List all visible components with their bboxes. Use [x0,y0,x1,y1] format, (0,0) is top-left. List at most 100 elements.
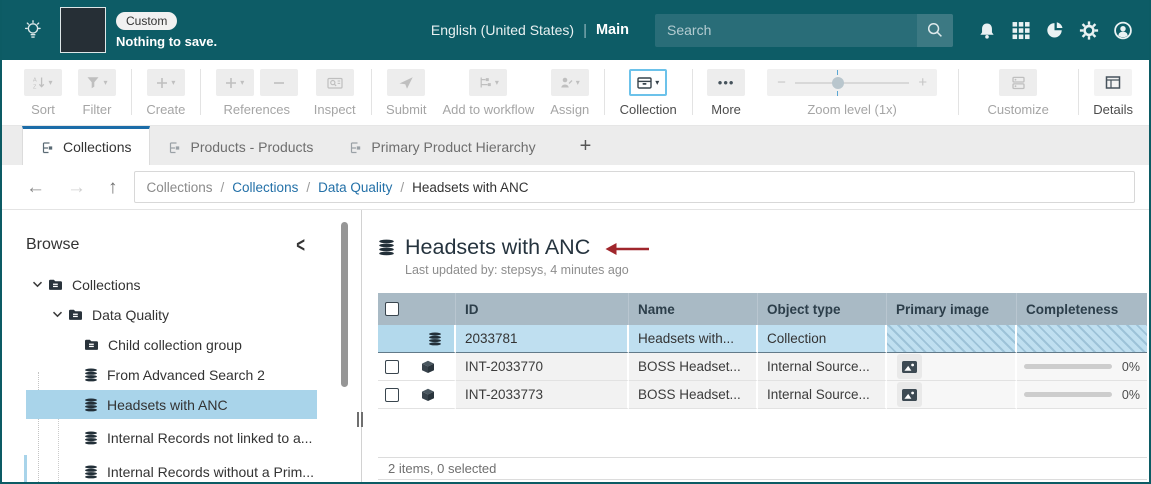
remove-reference-button[interactable] [260,69,298,96]
row-checkbox[interactable] [385,360,399,374]
assign-person-icon [560,76,573,89]
locale-selector[interactable]: English (United States) [431,22,574,38]
more-button[interactable]: ••• More [707,69,745,117]
cell-name: Headsets with... [629,325,758,353]
cell-name: BOSS Headset... [629,353,758,381]
completeness-bar [1024,364,1112,369]
assign-button[interactable]: ▾ Assign [550,69,589,117]
page-title: Headsets with ANC [405,234,590,260]
apps-grid-icon[interactable] [1011,21,1031,40]
submit-button[interactable]: Submit [386,69,426,117]
zoom-control: − + Zoom level (1x) [767,69,937,117]
image-icon [901,359,918,375]
cell-completeness-na [1017,325,1147,353]
completeness-value: 0% [1122,388,1140,402]
caret-down-icon: ▾ [576,79,580,87]
svg-text:Z: Z [33,85,37,90]
zoom-out-icon[interactable]: − [777,74,786,91]
customize-button[interactable]: Customize [987,69,1048,117]
column-header-completeness[interactable]: Completeness [1017,293,1147,325]
collection-stack-icon [84,368,98,382]
table-row[interactable]: INT-2033770 BOSS Headset... Internal Sou… [378,353,1147,381]
tab-bar: Collections Products - Products Primary … [2,126,1149,165]
column-header-name[interactable]: Name [629,293,758,325]
collection-stack-icon [84,465,98,479]
account-user-icon[interactable] [1113,21,1133,40]
cell-id: INT-2033770 [456,353,629,381]
breadcrumb[interactable]: Collections / Collections / Data Quality… [134,171,1136,203]
tree-item-headsets-with-anc[interactable]: Headsets with ANC [26,390,317,419]
cell-object-type: Internal Source... [758,381,887,409]
product-cube-icon [421,388,435,402]
breadcrumb-link-data-quality[interactable]: Data Quality [318,180,392,195]
column-header-id[interactable]: ID [456,293,629,325]
references-button[interactable]: ▾ References [216,69,298,117]
row-checkbox[interactable] [385,388,399,402]
sidebar-scrollbar[interactable] [341,222,348,387]
notifications-bell-icon[interactable] [977,21,997,40]
reports-pie-icon[interactable] [1045,21,1065,40]
collection-group-folder-icon [68,308,83,321]
add-to-workflow-button[interactable]: ▾ Add to workflow [443,69,535,117]
svg-text:A: A [33,78,37,84]
details-button[interactable]: Details [1093,69,1133,117]
column-header-object-type[interactable]: Object type [758,293,887,325]
add-reference-button[interactable]: ▾ [216,69,254,96]
context-selector[interactable]: Main [596,22,629,38]
cell-object-type: Collection [758,325,887,353]
filter-button[interactable]: ▾ Filter [78,69,116,117]
nav-forward-icon[interactable]: → [67,178,86,197]
sort-button[interactable]: AZ▾ Sort [24,69,62,117]
tree-item-from-advanced-search-2[interactable]: From Advanced Search 2 [26,360,317,389]
collection-stack-icon [84,431,98,445]
search-input[interactable] [655,14,917,47]
tab-collections[interactable]: Collections [22,126,150,165]
collapse-sidebar-icon[interactable]: < [296,234,305,258]
tree-item-child-collection-group[interactable]: Child collection group [26,330,317,359]
lightbulb-icon[interactable] [22,20,44,40]
collection-button[interactable]: ▾ Collection [620,69,677,117]
table-header-row: ID Name Object type Primary image Comple… [378,293,1147,325]
chevron-down-icon[interactable] [32,281,43,288]
hierarchy-icon [41,141,54,154]
nav-up-icon[interactable]: ↑ [108,178,118,197]
tree-item-data-quality[interactable]: Data Quality [26,300,317,329]
hierarchy-icon [168,141,181,154]
create-button[interactable]: ▾ Create [146,69,185,117]
details-panel-icon [1105,75,1121,90]
search-button[interactable] [917,14,953,47]
zoom-slider-thumb[interactable] [832,77,844,89]
zoom-slider[interactable]: − + [767,69,937,96]
tree-item-collections[interactable]: Collections [26,270,317,299]
image-icon [901,387,918,403]
tab-primary-product-hierarchy[interactable]: Primary Product Hierarchy [331,126,553,165]
caret-down-icon: ▾ [103,79,107,87]
cell-name: BOSS Headset... [629,381,758,409]
table-row[interactable]: 2033781 Headsets with... Collection [378,325,1147,353]
primary-image-thumbnail[interactable] [897,354,922,379]
breadcrumb-link-collections[interactable]: Collections [232,180,298,195]
collection-tree: Collections Data Quality Child collectio… [2,270,361,484]
chevron-down-icon[interactable] [52,311,63,318]
collection-stack-icon [378,239,395,256]
tab-products-products[interactable]: Products - Products [150,126,331,165]
paper-plane-icon [398,75,414,90]
caret-down-icon: ▾ [655,79,659,87]
add-tab-button[interactable]: + [580,136,592,156]
pane-splitter-handle[interactable] [355,412,364,427]
select-all-checkbox[interactable] [385,302,399,316]
custom-badge: Custom [116,12,177,30]
workspace-thumbnail[interactable] [60,7,106,53]
table-row[interactable]: INT-2033773 BOSS Headset... Internal Sou… [378,381,1147,409]
completeness-bar [1024,392,1112,397]
tree-item-internal-records-without-prim[interactable]: Internal Records without a Prim... [26,457,317,484]
inspect-button[interactable]: Inspect [314,69,356,117]
zoom-in-icon[interactable]: + [918,74,927,91]
top-header: Custom Nothing to save. English (United … [2,0,1149,60]
global-search [655,14,953,47]
tree-item-internal-records-not-linked[interactable]: Internal Records not linked to a... [26,423,317,452]
column-header-primary-image[interactable]: Primary image [887,293,1017,325]
primary-image-thumbnail[interactable] [897,382,922,407]
nav-back-icon[interactable]: ← [26,178,45,197]
settings-gear-icon[interactable] [1079,21,1099,40]
